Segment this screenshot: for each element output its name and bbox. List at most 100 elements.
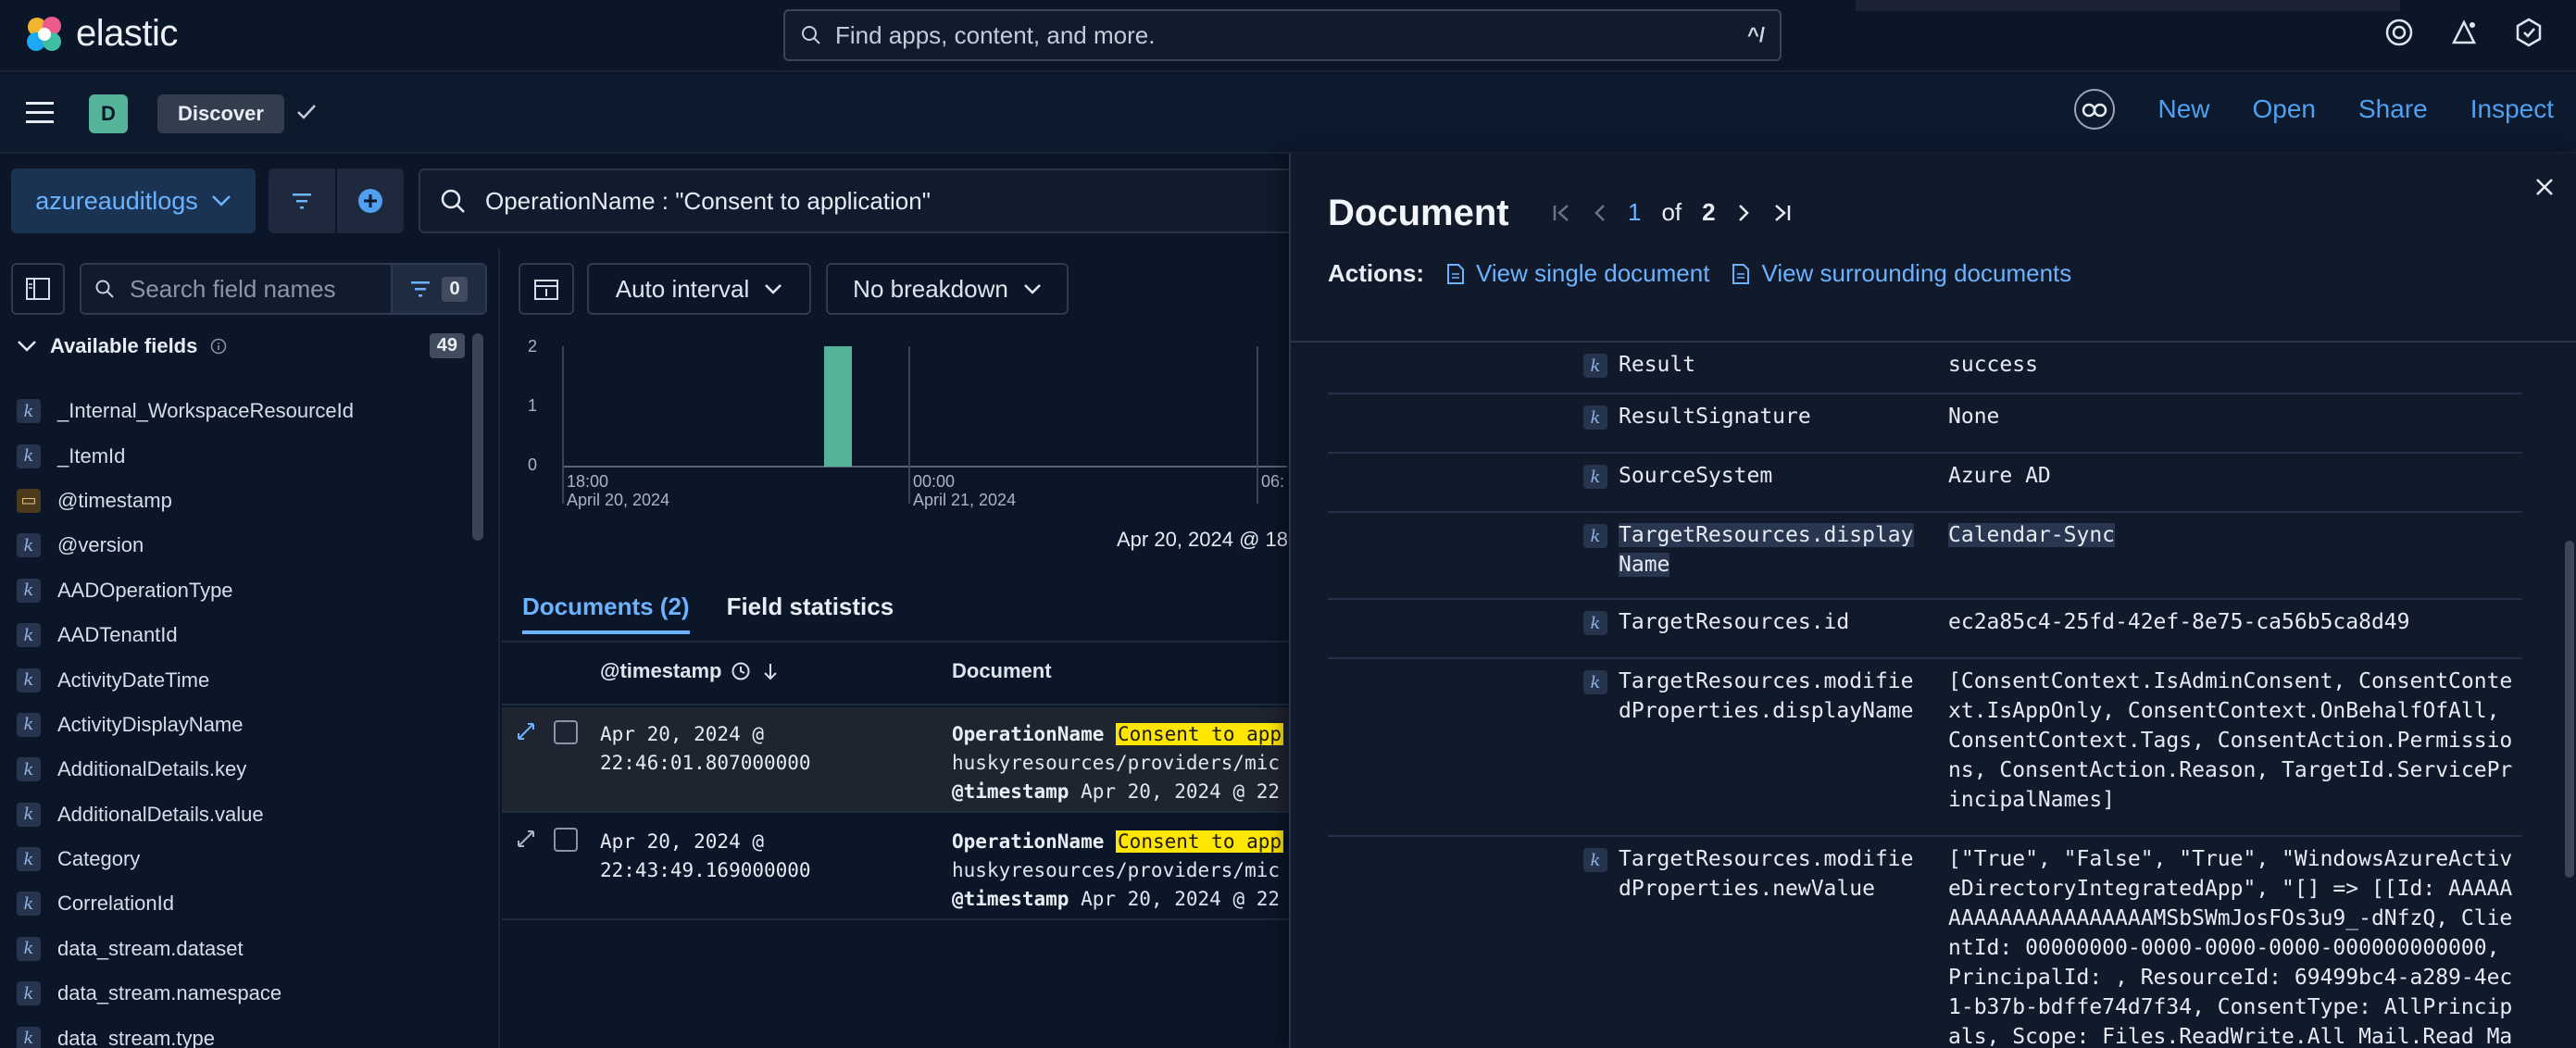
field-list: k _Internal_WorkspaceResourceId k _ItemId … [17, 389, 480, 1048]
doc-value: Apr 20, 2024 @ 22 [1081, 888, 1281, 910]
field-search-input[interactable]: Search field names 0 [80, 263, 487, 315]
field-item[interactable]: ▭ @timestamp [17, 479, 480, 523]
previous-page-icon[interactable] [1593, 202, 1607, 224]
chart-options-button[interactable] [519, 263, 574, 315]
view-surrounding-documents-link[interactable]: View surrounding documents [1732, 259, 2071, 288]
documents-icon [1732, 263, 1750, 284]
document-field-row[interactable]: k TargetResources.modifiedProperties.new… [1328, 837, 2522, 1048]
field-name: data_stream.type [57, 1026, 215, 1048]
document-field-row[interactable]: k Result success [1328, 343, 2522, 394]
keyword-type-icon: k [1583, 670, 1607, 694]
field-type-filter-button[interactable]: 0 [391, 265, 485, 313]
field-name: Category [57, 847, 141, 871]
interval-select[interactable]: Auto interval [587, 263, 811, 315]
collapse-sidebar-button[interactable] [11, 263, 65, 315]
keyword-type-icon: k [17, 533, 41, 558]
flyout-scrollbar[interactable] [2565, 541, 2574, 878]
field-item[interactable]: k AdditionalDetails.value [17, 792, 480, 837]
field-name: AdditionalDetails.value [57, 802, 264, 826]
interval-label: Auto interval [615, 274, 750, 303]
space-avatar[interactable]: D [89, 94, 128, 133]
page-total[interactable]: 2 [1702, 198, 1715, 227]
global-search-input[interactable]: Find apps, content, and more. ^/ [783, 9, 1782, 61]
elastic-logo[interactable]: elastic [24, 13, 178, 55]
breakdown-label: No breakdown [853, 274, 1008, 303]
inspect-button[interactable]: Inspect [2470, 94, 2554, 124]
y-tick: 0 [528, 455, 537, 474]
breadcrumb-discover[interactable]: Discover [157, 94, 284, 133]
field-item[interactable]: k ActivityDisplayName [17, 703, 480, 747]
field-name: Result [1619, 353, 1696, 377]
field-item[interactable]: k _Internal_WorkspaceResourceId [17, 389, 480, 433]
document-field-row[interactable]: k SourceSystem Azure AD [1328, 454, 2522, 513]
histogram-chart[interactable]: 2 1 0 18:00 April 20, 2024 00:00 April 2… [519, 328, 1287, 517]
field-name: data_stream.dataset [57, 936, 244, 960]
page-current[interactable]: 1 [1628, 198, 1641, 227]
document-column-header[interactable]: Document [952, 659, 1052, 683]
document-field-row[interactable]: k ResultSignature None [1328, 394, 2522, 454]
document-pager: 1 of 2 [1552, 198, 1792, 227]
available-fields-header[interactable]: Available fields 49 [17, 333, 465, 358]
share-button[interactable]: Share [2358, 94, 2428, 124]
document-field-row[interactable]: k TargetResources.modifiedProperties.dis… [1328, 659, 2522, 837]
help-icon[interactable] [2383, 17, 2415, 48]
query-input[interactable]: OperationName : "Consent to application" [419, 168, 1344, 233]
next-page-icon[interactable] [1736, 202, 1751, 224]
menu-icon[interactable] [26, 100, 54, 126]
sort-descending-icon[interactable] [760, 661, 781, 681]
field-value: Azure AD [1948, 464, 2051, 488]
last-page-icon[interactable] [1771, 202, 1792, 224]
x-tick-time: 18:00 [567, 472, 608, 491]
user-menu-icon[interactable] [2513, 17, 2545, 48]
timestamp-column-header[interactable]: @timestamp [600, 659, 781, 683]
view-single-document-link[interactable]: View single document [1446, 259, 1709, 288]
field-item[interactable]: k _ItemId [17, 433, 480, 478]
keyword-type-icon: k [17, 623, 41, 648]
x-tick-date: April 21, 2024 [913, 491, 1016, 509]
first-page-icon[interactable] [1552, 202, 1572, 224]
field-name: _ItemId [57, 443, 126, 468]
filter-icon [293, 193, 311, 209]
info-icon [211, 338, 227, 354]
table-row[interactable]: Apr 20, 2024 @ 22:43:49.169000000 Operat… [502, 815, 1289, 920]
brand-name: elastic [76, 13, 178, 54]
tab-documents[interactable]: Documents (2) [522, 593, 690, 634]
row-checkbox[interactable] [554, 720, 578, 744]
data-view-picker[interactable]: azureauditlogs [11, 168, 256, 233]
new-button[interactable]: New [2157, 94, 2209, 124]
open-button[interactable]: Open [2253, 94, 2317, 124]
field-item[interactable]: k data_stream.dataset [17, 927, 480, 971]
field-item[interactable]: k data_stream.type [17, 1016, 480, 1048]
row-checkbox[interactable] [554, 828, 578, 852]
field-item[interactable]: k AdditionalDetails.key [17, 747, 480, 792]
plus-circle-icon [358, 189, 382, 213]
field-item[interactable]: k AADTenantId [17, 613, 480, 657]
close-icon[interactable] [2533, 176, 2556, 198]
add-filter-button[interactable] [337, 168, 404, 233]
breakdown-select[interactable]: No breakdown [826, 263, 1069, 315]
field-item[interactable]: k @version [17, 523, 480, 568]
keyword-type-icon: k [1583, 405, 1607, 430]
field-item[interactable]: k Category [17, 837, 480, 881]
global-search-placeholder: Find apps, content, and more. [835, 20, 1156, 49]
expand-icon[interactable] [515, 720, 537, 742]
keyword-type-icon: k [17, 399, 41, 424]
field-item[interactable]: k data_stream.namespace [17, 971, 480, 1016]
sidebar-scrollbar[interactable] [472, 333, 483, 541]
filter-menu-button[interactable] [269, 168, 335, 233]
timestamp-header-label: @timestamp [600, 659, 722, 682]
sidebar-toggle-icon [26, 278, 50, 300]
ai-assistant-icon[interactable] [2074, 89, 2116, 130]
keyword-type-icon: k [1583, 848, 1607, 872]
expand-icon[interactable] [515, 828, 537, 850]
document-field-row[interactable]: k TargetResources.id ec2a85c4-25fd-42ef-… [1328, 600, 2522, 659]
field-item[interactable]: k AADOperationType [17, 568, 480, 613]
field-item[interactable]: k CorrelationId [17, 881, 480, 926]
table-row[interactable]: Apr 20, 2024 @ 22:46:01.807000000 Operat… [502, 707, 1289, 813]
keyword-type-icon: k [17, 802, 41, 827]
field-search-placeholder: Search field names [130, 274, 336, 303]
document-field-row[interactable]: k TargetResources.displayName Calendar-S… [1328, 513, 2522, 600]
tab-field-statistics[interactable]: Field statistics [727, 593, 894, 634]
field-item[interactable]: k ActivityDateTime [17, 657, 480, 702]
news-feed-icon[interactable] [2448, 17, 2480, 48]
